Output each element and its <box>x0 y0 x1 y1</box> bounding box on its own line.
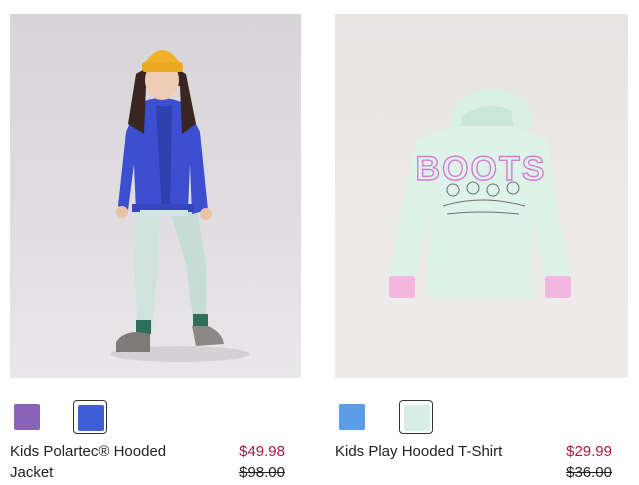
color-swatch-mint-selected[interactable] <box>399 400 433 434</box>
sale-price: $29.99 <box>566 443 612 460</box>
shirt-graphic-text: BOOTS <box>416 150 547 188</box>
color-swatch-purple[interactable] <box>10 400 44 434</box>
sale-price: $49.98 <box>239 443 285 460</box>
product-image-jacket[interactable] <box>10 14 301 378</box>
original-price: $98.00 <box>239 464 285 481</box>
original-price: $36.00 <box>566 464 612 481</box>
model-photo-illustration <box>110 50 250 362</box>
swatch-chip <box>404 405 430 431</box>
product-image-hooded-tshirt[interactable]: BOOTS <box>335 14 628 378</box>
color-swatch-blue[interactable] <box>335 400 369 434</box>
swatch-chip <box>78 405 104 431</box>
color-swatches <box>10 400 301 434</box>
color-swatch-blue-selected[interactable] <box>73 400 107 434</box>
color-swatches <box>335 400 628 434</box>
swatch-chip <box>14 404 40 430</box>
product-name[interactable]: Kids Play Hooded T-Shirt <box>335 441 525 462</box>
shirt-photo-illustration: BOOTS <box>389 88 571 298</box>
price-block: $29.99 $36.00 <box>566 441 612 483</box>
swatch-chip <box>339 404 365 430</box>
product-name[interactable]: Kids Polartec® Hooded Jacket <box>10 441 200 483</box>
price-block: $49.98 $98.00 <box>239 441 285 483</box>
